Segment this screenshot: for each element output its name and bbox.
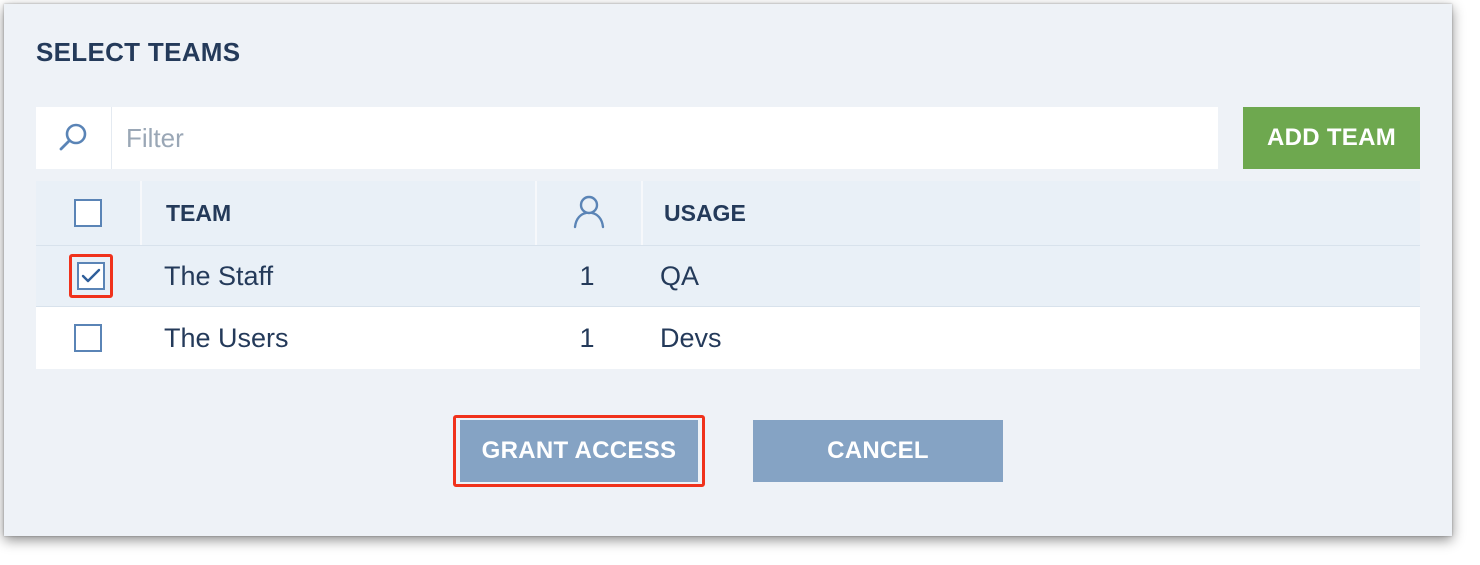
member-count-cell: 1 (535, 307, 639, 369)
filter-box (36, 107, 1218, 169)
checkbox-highlight (69, 254, 113, 298)
usage-cell: Devs (639, 307, 1420, 369)
members-column-header[interactable] (537, 181, 643, 245)
member-count: 1 (579, 322, 595, 353)
filter-input[interactable] (112, 107, 1202, 169)
check-icon (81, 268, 101, 283)
team-name: The Users (164, 322, 289, 353)
row-check-cell (36, 307, 140, 369)
member-count-cell: 1 (535, 246, 639, 306)
team-name-cell: The Users (140, 307, 535, 369)
cancel-button[interactable]: CANCEL (753, 420, 1003, 482)
usage-header-label: USAGE (664, 199, 746, 226)
team-header-label: TEAM (166, 199, 232, 226)
user-icon (570, 192, 608, 235)
teams-table: TEAM USAGE The Staff 1 QA The Users 1 De… (36, 181, 1420, 369)
usage-column-header[interactable]: USAGE (643, 181, 1420, 245)
table-header: TEAM USAGE (36, 181, 1420, 245)
table-row[interactable]: The Staff 1 QA (36, 245, 1420, 307)
team-column-header[interactable]: TEAM (142, 181, 537, 245)
team-name: The Staff (164, 260, 274, 291)
add-team-button[interactable]: ADD TEAM (1243, 107, 1420, 169)
usage-cell: QA (639, 246, 1420, 306)
grant-access-button[interactable]: GRANT ACCESS (460, 420, 698, 482)
row-check-cell (36, 246, 140, 306)
usage-value: Devs (660, 322, 722, 353)
row-checkbox[interactable] (74, 324, 102, 352)
member-count: 1 (579, 260, 595, 291)
select-all-cell (36, 181, 142, 245)
usage-value: QA (660, 260, 700, 291)
table-row[interactable]: The Users 1 Devs (36, 307, 1420, 369)
team-name-cell: The Staff (140, 246, 535, 306)
search-icon (36, 107, 112, 169)
select-teams-dialog: SELECT TEAMS ADD TEAM TEAM (4, 4, 1452, 536)
row-checkbox-checked[interactable] (77, 262, 105, 290)
dialog-title: SELECT TEAMS (36, 37, 241, 67)
select-all-checkbox[interactable] (74, 199, 102, 227)
